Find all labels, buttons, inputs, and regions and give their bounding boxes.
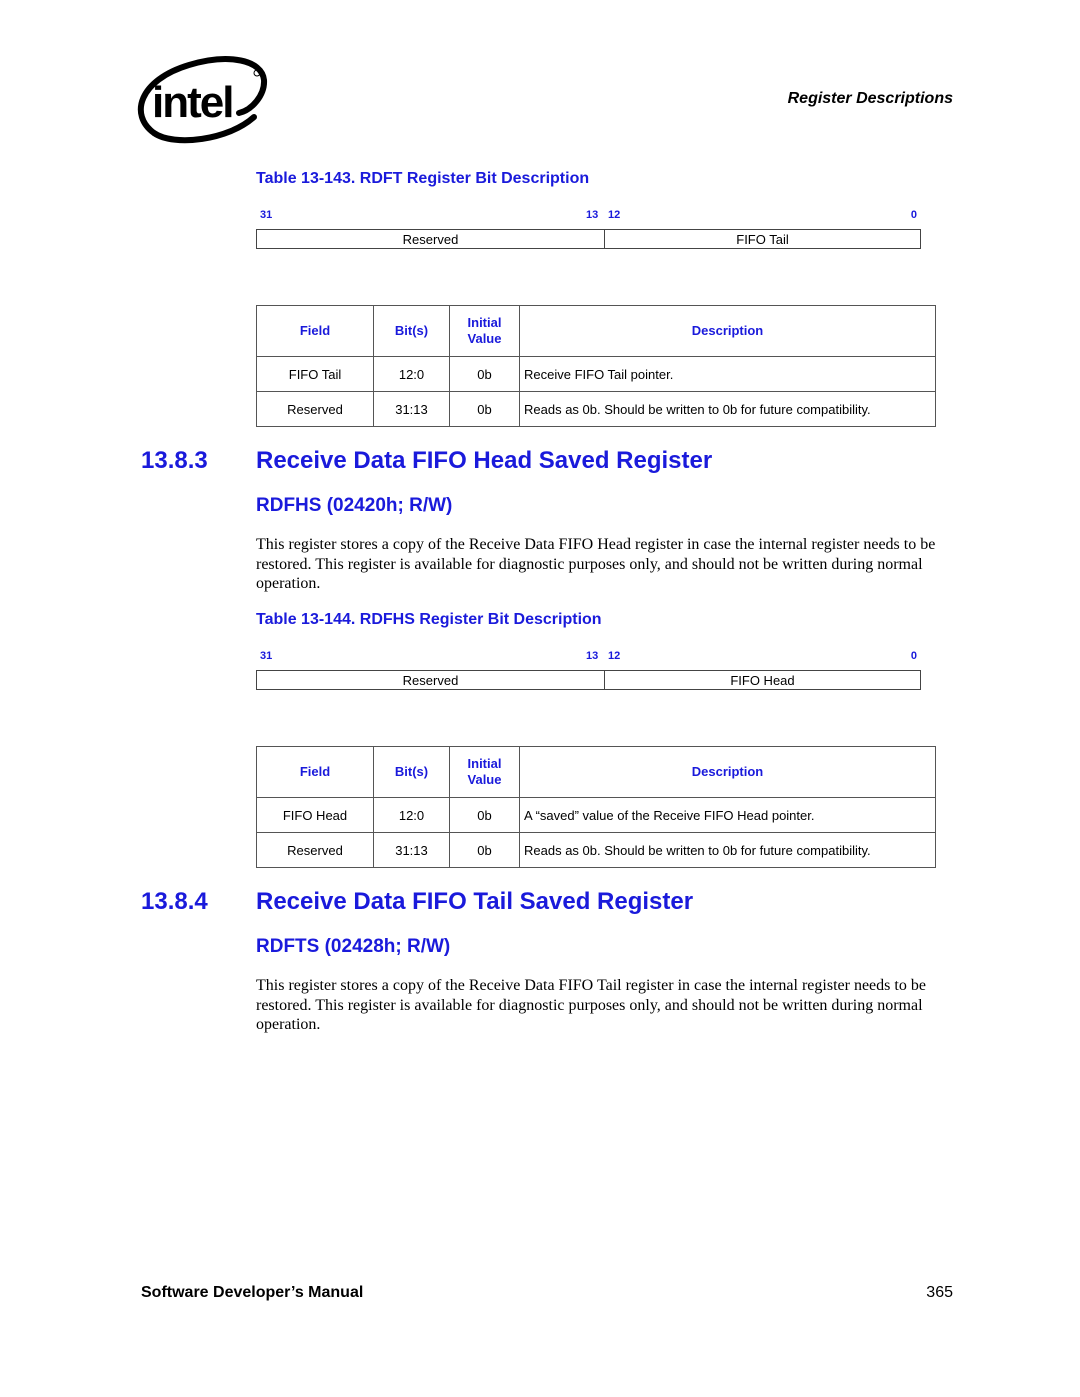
register-subtitle-rdfhs: RDFHS (02420h; R/W): [256, 495, 453, 516]
section-number: 13.8.4: [141, 888, 208, 915]
bit-label-13: 13: [586, 650, 599, 662]
svg-text:intel: intel: [152, 78, 232, 127]
section-number: 13.8.3: [141, 447, 208, 474]
cell-bits: 31:13: [373, 391, 450, 427]
cell-description: Reads as 0b. Should be written to 0b for…: [519, 391, 936, 427]
header-bits: Bit(s): [373, 746, 450, 798]
bit-label-12: 12: [608, 209, 621, 221]
footer-manual-title: Software Developer’s Manual: [141, 1284, 364, 1301]
section-header-label: Register Descriptions: [787, 90, 953, 107]
bit-field-reserved: Reserved: [257, 671, 605, 689]
table-144-field-table: Field Bit(s) Initial Value Description F…: [256, 746, 936, 868]
cell-initial: 0b: [449, 391, 520, 427]
cell-description: Reads as 0b. Should be written to 0b for…: [519, 832, 936, 868]
table-row: FIFO Head 12:0 0b A “saved” value of the…: [256, 797, 936, 833]
cell-field: Reserved: [256, 832, 374, 868]
section-13-8-3-heading: 13.8.3 Receive Data FIFO Head Saved Regis…: [141, 447, 712, 475]
header-initial-value: Initial Value: [449, 746, 520, 798]
header-bits: Bit(s): [373, 305, 450, 357]
table-143-bit-labels: 31 13 12 0: [256, 209, 921, 223]
intel-logo: intel: [134, 55, 269, 145]
bit-field-fifo-head: FIFO Head: [730, 672, 795, 688]
table-header-row: Field Bit(s) Initial Value Description: [256, 305, 936, 357]
cell-bits: 12:0: [373, 356, 450, 392]
cell-description: Receive FIFO Tail pointer.: [519, 356, 936, 392]
table-row: Reserved 31:13 0b Reads as 0b. Should be…: [256, 832, 936, 868]
bit-label-12: 12: [608, 650, 621, 662]
section-title: Receive Data FIFO Tail Saved Register: [256, 888, 694, 915]
table-row: Reserved 31:13 0b Reads as 0b. Should be…: [256, 391, 936, 427]
table-header-row: Field Bit(s) Initial Value Description: [256, 746, 936, 798]
section-13-8-4-body: This register stores a copy of the Recei…: [256, 977, 926, 1033]
section-title: Receive Data FIFO Head Saved Register: [256, 447, 713, 474]
bit-field-reserved: Reserved: [257, 230, 605, 248]
table-144-bit-map: Reserved FIFO Head: [256, 670, 921, 690]
header-field: Field: [256, 746, 374, 798]
header-field: Field: [256, 305, 374, 357]
table-row: FIFO Tail 12:0 0b Receive FIFO Tail poin…: [256, 356, 936, 392]
cell-initial: 0b: [449, 832, 520, 868]
section-13-8-4-heading: 13.8.4 Receive Data FIFO Tail Saved Regis…: [141, 888, 693, 916]
table-144-bit-labels: 31 13 12 0: [256, 650, 921, 664]
table-143-caption: Table 13-143. RDFT Register Bit Descript…: [256, 170, 590, 187]
footer-page-number: 365: [926, 1284, 953, 1301]
cell-field: FIFO Tail: [256, 356, 374, 392]
cell-field: Reserved: [256, 391, 374, 427]
cell-bits: 31:13: [373, 832, 450, 868]
table-144-caption: Table 13-144. RDFHS Register Bit Descrip…: [256, 611, 602, 628]
cell-field: FIFO Head: [256, 797, 374, 833]
bit-label-lsb: 0: [910, 209, 917, 221]
register-subtitle-rdfts: RDFTS (02428h; R/W): [256, 936, 451, 957]
bit-label-13: 13: [586, 209, 599, 221]
bit-label-msb: 31: [260, 650, 273, 662]
cell-initial: 0b: [449, 797, 520, 833]
section-13-8-3-body: This register stores a copy of the Recei…: [256, 536, 936, 592]
bit-field-fifo-tail: FIFO Tail: [736, 231, 789, 247]
table-143-field-table: Field Bit(s) Initial Value Description F…: [256, 305, 936, 427]
header-description: Description: [519, 305, 936, 357]
table-143-bit-map: Reserved FIFO Tail: [256, 229, 921, 249]
bit-label-msb: 31: [260, 209, 273, 221]
header-initial-value: Initial Value: [449, 305, 520, 357]
cell-bits: 12:0: [373, 797, 450, 833]
intel-logo-icon: intel: [137, 56, 267, 144]
header-description: Description: [519, 746, 936, 798]
cell-description: A “saved” value of the Receive FIFO Head…: [519, 797, 936, 833]
cell-initial: 0b: [449, 356, 520, 392]
bit-label-lsb: 0: [910, 650, 917, 662]
